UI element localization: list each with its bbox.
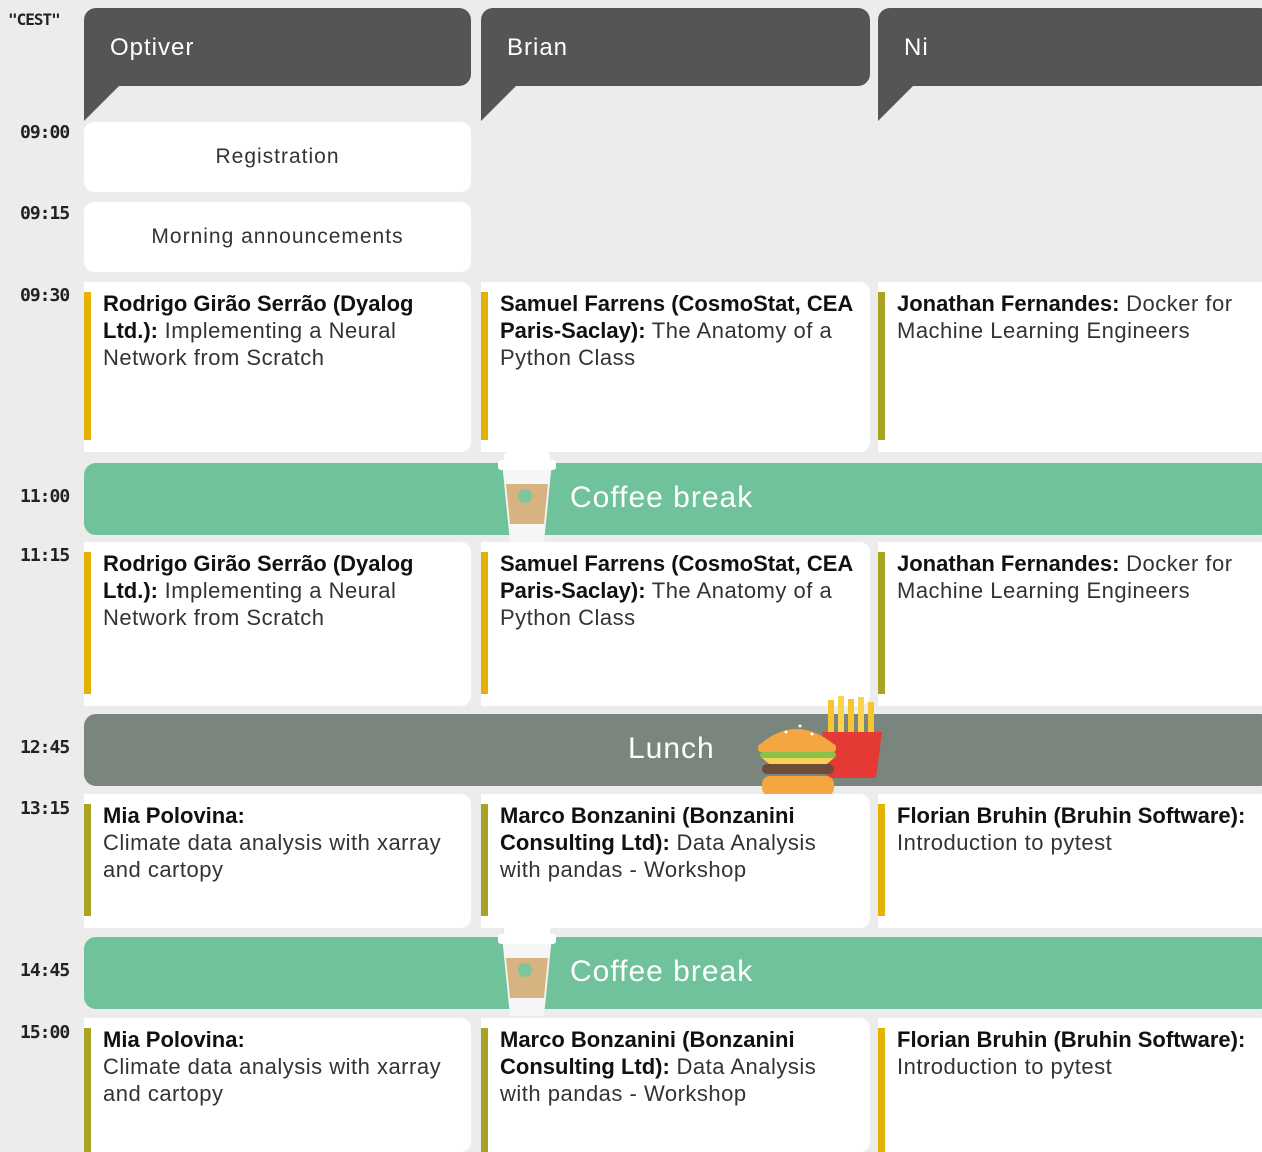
session-card[interactable]: Marco Bonzanini (Bonzanini Consulting Lt… bbox=[481, 794, 870, 928]
talk-title: Introduction to pytest bbox=[897, 1054, 1113, 1079]
morning-announcements-block[interactable]: Morning announcements bbox=[84, 202, 471, 272]
session-card[interactable]: Rodrigo Girão Serrão (Dyalog Ltd.): Impl… bbox=[84, 542, 471, 706]
session-card[interactable]: Samuel Farrens (CosmoStat, CEA Paris-Sac… bbox=[481, 542, 870, 706]
session-card[interactable]: Rodrigo Girão Serrão (Dyalog Ltd.): Impl… bbox=[84, 282, 471, 452]
timezone-label: "CEST" bbox=[8, 10, 61, 29]
session-card[interactable]: Samuel Farrens (CosmoStat, CEA Paris-Sac… bbox=[481, 282, 870, 452]
room-name: Ni bbox=[904, 34, 929, 61]
block-label: Registration bbox=[215, 145, 340, 168]
talk-title: Climate data analysis with xarray and ca… bbox=[103, 1054, 442, 1106]
track-bar bbox=[84, 804, 91, 916]
break-label: Coffee break bbox=[570, 955, 754, 988]
registration-block[interactable]: Registration bbox=[84, 122, 471, 192]
time-label: 09:15 bbox=[20, 203, 70, 224]
room-name: Optiver bbox=[110, 34, 195, 61]
time-label: 12:45 bbox=[20, 737, 70, 758]
session-card[interactable]: Mia Polovina: Climate data analysis with… bbox=[84, 794, 471, 928]
break-label: Lunch bbox=[628, 732, 715, 765]
time-label: 09:30 bbox=[20, 285, 70, 306]
time-label: 13:15 bbox=[20, 798, 70, 819]
track-bar bbox=[878, 552, 885, 694]
room-name: Brian bbox=[507, 34, 569, 61]
coffee-break-banner: Coffee break bbox=[84, 463, 1262, 535]
coffee-cup-icon bbox=[498, 926, 556, 1016]
speaker: Florian Bruhin (Bruhin Software): bbox=[897, 1027, 1246, 1052]
speaker: Jonathan Fernandes: bbox=[897, 551, 1120, 576]
time-label: 11:00 bbox=[20, 486, 70, 507]
time-label: 09:00 bbox=[20, 122, 70, 143]
session-card[interactable]: Florian Bruhin (Bruhin Software): Introd… bbox=[878, 1018, 1262, 1152]
session-card[interactable]: Mia Polovina: Climate data analysis with… bbox=[84, 1018, 471, 1152]
track-bar bbox=[481, 292, 488, 440]
session-card[interactable]: Marco Bonzanini (Bonzanini Consulting Lt… bbox=[481, 1018, 870, 1152]
session-card[interactable]: Jonathan Fernandes: Docker for Machine L… bbox=[878, 282, 1262, 452]
time-label: 15:00 bbox=[20, 1022, 70, 1043]
time-label: 14:45 bbox=[20, 960, 70, 981]
talk-title: Introduction to pytest bbox=[897, 830, 1113, 855]
session-card[interactable]: Florian Bruhin (Bruhin Software): Introd… bbox=[878, 794, 1262, 928]
track-bar bbox=[481, 804, 488, 916]
time-label: 11:15 bbox=[20, 545, 70, 566]
track-bar bbox=[481, 552, 488, 694]
room-header-brian: Brian bbox=[481, 8, 870, 121]
speaker: Florian Bruhin (Bruhin Software): bbox=[897, 803, 1246, 828]
track-bar bbox=[878, 1028, 885, 1152]
speaker: Mia Polovina: bbox=[103, 1027, 245, 1052]
room-header-ni: Ni bbox=[878, 8, 1262, 121]
break-label: Coffee break bbox=[570, 481, 754, 514]
coffee-break-banner: Coffee break bbox=[84, 937, 1262, 1009]
track-bar bbox=[84, 1028, 91, 1152]
speaker: Jonathan Fernandes: bbox=[897, 291, 1120, 316]
burger-fries-icon bbox=[758, 696, 882, 796]
track-bar bbox=[878, 292, 885, 440]
track-bar bbox=[878, 804, 885, 916]
session-card[interactable]: Jonathan Fernandes: Docker for Machine L… bbox=[878, 542, 1262, 706]
talk-title: Climate data analysis with xarray and ca… bbox=[103, 830, 442, 882]
coffee-cup-icon bbox=[498, 452, 556, 542]
track-bar bbox=[481, 1028, 488, 1152]
track-bar bbox=[84, 292, 91, 440]
lunch-banner: Lunch bbox=[84, 714, 1262, 786]
block-label: Morning announcements bbox=[151, 225, 404, 248]
track-bar bbox=[84, 552, 91, 694]
room-header-optiver: Optiver bbox=[84, 8, 471, 121]
speaker: Mia Polovina: bbox=[103, 803, 245, 828]
